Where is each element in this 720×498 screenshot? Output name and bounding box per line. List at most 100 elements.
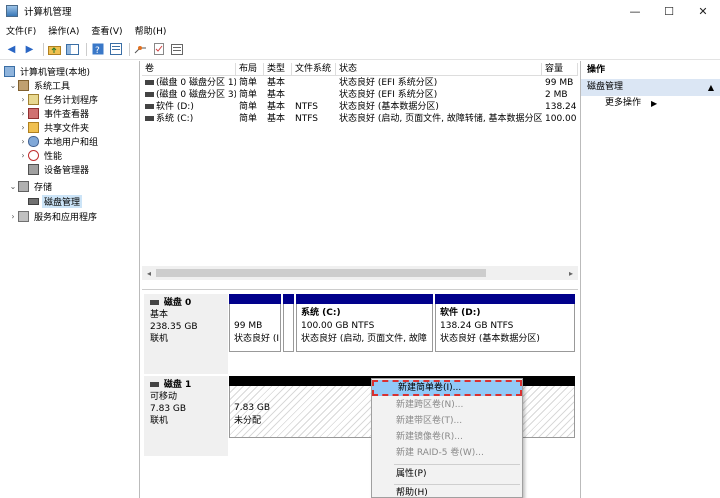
minimize-button[interactable]: — xyxy=(618,0,652,22)
forward-arrow-icon[interactable]: ▶ xyxy=(22,42,37,57)
tree-item-device-manager[interactable]: 设备管理器 xyxy=(28,162,91,176)
up-folder-icon[interactable] xyxy=(47,42,62,57)
partition-small[interactable] xyxy=(283,294,294,352)
expand-chevron-icon[interactable]: › xyxy=(18,109,28,118)
partition-status: 状态良好 (基本数据分区) xyxy=(440,334,540,344)
disk-0-label[interactable]: 磁盘 0 基本 238.35 GB 联机 xyxy=(144,294,228,374)
partition-software-d[interactable]: 软件 (D:) 138.24 GB NTFS 状态良好 (基本数据分区) xyxy=(435,294,575,352)
tree-item-local-users[interactable]: › 本地用户和组 xyxy=(18,134,100,148)
tree-item-performance[interactable]: › 性能 xyxy=(18,148,64,162)
partition-title-spacer xyxy=(234,307,276,320)
tree-label: 事件查看器 xyxy=(44,109,90,120)
column-header-status[interactable]: 状态 xyxy=(336,63,542,76)
volume-cell: 系统 (C:) xyxy=(142,113,236,125)
menu-file[interactable]: 文件(F) xyxy=(6,24,36,37)
menu-properties[interactable]: 属性(P) xyxy=(372,466,522,482)
actions-section-disk-management[interactable]: 磁盘管理 ▲ xyxy=(581,79,720,96)
scroll-right-icon[interactable]: ▸ xyxy=(564,266,578,280)
column-header-volume[interactable]: 卷 xyxy=(142,63,236,76)
partition-title: 系统 (C:) xyxy=(301,308,341,318)
partition-system-c[interactable]: 系统 (C:) 100.00 GB NTFS 状态良好 (启动, 页面文件, 故… xyxy=(296,294,433,352)
tree-item-shared-folders[interactable]: › 共享文件夹 xyxy=(18,120,91,134)
table-row[interactable]: 系统 (C:) 简单 基本 NTFS 状态良好 (启动, 页面文件, 故障转储,… xyxy=(142,113,578,125)
horizontal-scrollbar[interactable]: ◂ ▸ xyxy=(142,266,578,280)
status-cell: 状态良好 (EFI 系统分区) xyxy=(339,90,438,100)
volume-cell: 软件 (D:) xyxy=(142,101,236,113)
column-header-layout[interactable]: 布局 xyxy=(236,63,264,76)
volume-icon xyxy=(145,104,154,109)
tree-label: 存储 xyxy=(34,182,53,193)
disk-type: 可移动 xyxy=(150,392,178,402)
list-view-icon[interactable] xyxy=(169,42,184,57)
tree-label: 服务和应用程序 xyxy=(34,212,98,223)
menu-new-mirrored-volume[interactable]: 新建镜像卷(R)... xyxy=(372,429,522,445)
menu-new-simple-volume[interactable]: 新建简单卷(I)... xyxy=(372,380,522,396)
status-cell: 状态良好 (EFI 系统分区) xyxy=(339,78,438,88)
menu-view[interactable]: 查看(V) xyxy=(91,24,122,37)
tree-item-task-scheduler[interactable]: › 任务计划程序 xyxy=(18,92,100,106)
tree-item-disk-management[interactable]: 磁盘管理 xyxy=(28,194,83,208)
menu-action[interactable]: 操作(A) xyxy=(48,24,79,37)
partition-bar xyxy=(296,294,433,304)
table-row[interactable]: (磁盘 0 磁盘分区 3) 简单 基本 状态良好 (EFI 系统分区) 2 MB xyxy=(142,89,578,101)
filesystem-cell: NTFS xyxy=(295,102,318,112)
layout-cell: 简单 xyxy=(239,114,258,124)
tree-label: 本地用户和组 xyxy=(44,137,99,148)
disk-size: 238.35 GB xyxy=(150,322,198,332)
tree-item-root[interactable]: 计算机管理(本地) xyxy=(4,64,92,78)
table-row[interactable]: 软件 (D:) 简单 基本 NTFS 状态良好 (基本数据分区) 138.24 xyxy=(142,101,578,113)
computer-management-icon xyxy=(6,5,18,17)
collapse-up-icon[interactable]: ▲ xyxy=(708,79,714,96)
scrollbar-thumb[interactable] xyxy=(156,269,486,277)
tree-label: 计算机管理(本地) xyxy=(20,67,91,78)
table-row[interactable]: (磁盘 0 磁盘分区 1) 简单 基本 状态良好 (EFI 系统分区) 99 M… xyxy=(142,77,578,89)
tree-item-event-viewer[interactable]: › 事件查看器 xyxy=(18,106,91,120)
back-arrow-icon[interactable]: ◀ xyxy=(4,42,19,57)
partition-efi[interactable]: 99 MB 状态良好 (I xyxy=(229,294,281,352)
disk-1-label[interactable]: 磁盘 1 可移动 7.83 GB 联机 xyxy=(144,376,228,456)
tree-item-services[interactable]: › 服务和应用程序 xyxy=(8,209,99,223)
help-icon[interactable]: ? xyxy=(90,42,105,57)
properties-icon[interactable] xyxy=(108,42,123,57)
collapse-chevron-icon[interactable]: ⌄ xyxy=(8,81,18,90)
disk-name: 磁盘 0 xyxy=(163,298,192,308)
column-header-filesystem[interactable]: 文件系统 xyxy=(292,63,336,76)
tree-item-system-tools[interactable]: ⌄ 系统工具 xyxy=(8,78,72,92)
tree-label: 系统工具 xyxy=(34,81,71,92)
submenu-arrow-icon: ▶ xyxy=(651,99,658,108)
menu-new-striped-volume[interactable]: 新建带区卷(T)... xyxy=(372,413,522,429)
menu-new-spanned-volume[interactable]: 新建跨区卷(N)... xyxy=(372,397,522,413)
column-header-type[interactable]: 类型 xyxy=(264,63,292,76)
partition-size: 99 MB xyxy=(234,321,263,331)
expand-chevron-icon[interactable]: › xyxy=(18,95,28,104)
expand-chevron-icon[interactable]: › xyxy=(18,137,28,146)
partition-bar xyxy=(229,294,281,304)
menu-help[interactable]: 帮助(H) xyxy=(372,485,522,498)
navigation-tree: 计算机管理(本地) ⌄ 系统工具 › 任务计划程序 › 事件查看器 › 共享文件… xyxy=(0,61,140,498)
layout-cell: 简单 xyxy=(239,90,258,100)
expand-chevron-icon[interactable]: › xyxy=(18,123,28,132)
partition-size: 138.24 GB NTFS xyxy=(440,321,514,331)
volume-name: (磁盘 0 磁盘分区 3) xyxy=(156,90,236,100)
maximize-button[interactable]: ☐ xyxy=(652,0,686,22)
expand-chevron-icon[interactable]: › xyxy=(8,212,18,221)
close-button[interactable]: ✕ xyxy=(686,0,720,22)
more-actions-item[interactable]: 更多操作 ▶ xyxy=(581,96,720,111)
layout-cell: 简单 xyxy=(239,78,258,88)
partition-bar xyxy=(283,294,294,304)
volume-cell: (磁盘 0 磁盘分区 1) xyxy=(142,77,236,89)
collapse-chevron-icon[interactable]: ⌄ xyxy=(8,182,18,191)
connect-icon[interactable] xyxy=(133,42,148,57)
menu-help[interactable]: 帮助(H) xyxy=(135,24,167,37)
type-cell: 基本 xyxy=(267,90,286,100)
column-header-capacity[interactable]: 容量 xyxy=(542,63,578,76)
layout-cell: 简单 xyxy=(239,102,258,112)
context-menu: 新建简单卷(I)... 新建跨区卷(N)... 新建带区卷(T)... 新建镜像… xyxy=(371,378,523,498)
menu-new-raid5-volume[interactable]: 新建 RAID-5 卷(W)... xyxy=(372,445,522,461)
event-log-icon xyxy=(28,107,39,119)
scroll-left-icon[interactable]: ◂ xyxy=(142,266,156,280)
check-document-icon[interactable] xyxy=(151,42,166,57)
show-hide-tree-icon[interactable] xyxy=(65,42,80,57)
expand-chevron-icon[interactable]: › xyxy=(18,151,28,160)
tree-item-storage[interactable]: ⌄ 存储 xyxy=(8,179,54,193)
